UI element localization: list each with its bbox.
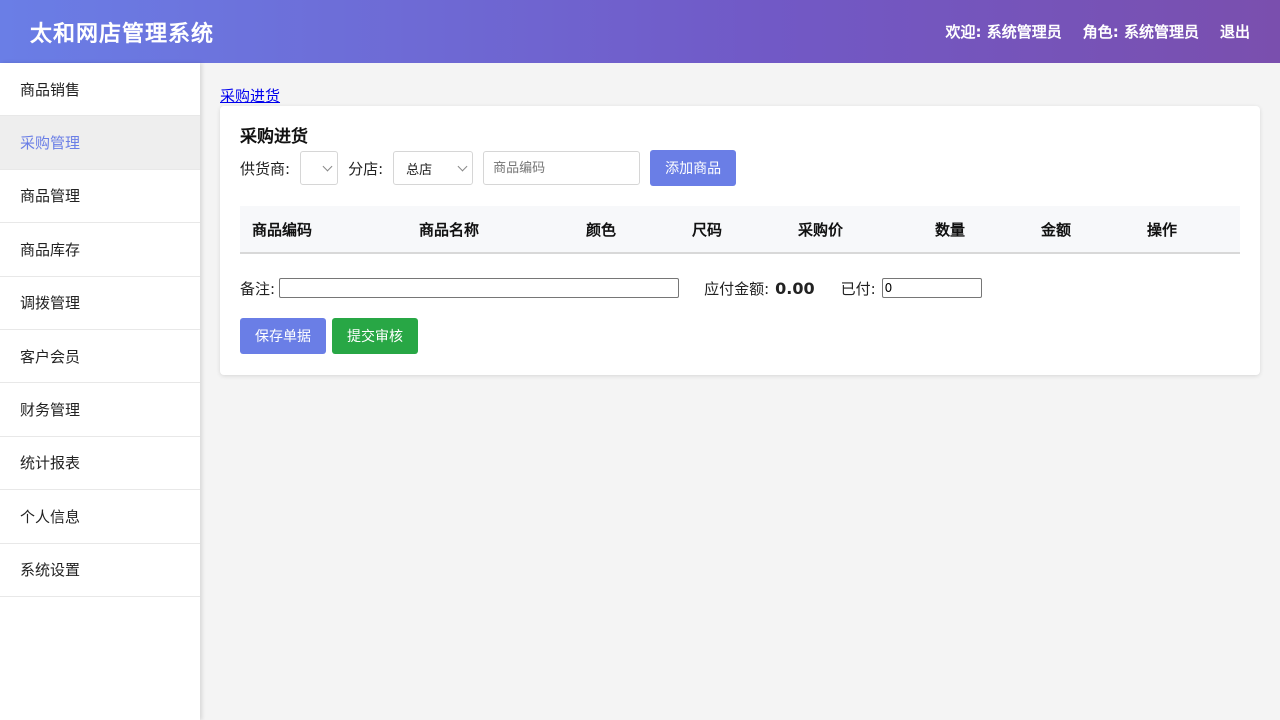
paid-label: 已付: [840, 279, 876, 298]
sidebar-item-finance[interactable]: 财务管理 [0, 383, 200, 437]
col-header-quantity: 数量 [923, 206, 1029, 254]
sidebar-item-settings[interactable]: 系统设置 [0, 544, 200, 597]
product-code-input[interactable] [483, 151, 641, 185]
save-document-button[interactable]: 保存单据 [240, 318, 326, 354]
branch-label: 分店: [348, 159, 384, 178]
user-area: 欢迎: 系统管理员 角色: 系统管理员 退出 [946, 21, 1250, 42]
submit-review-button[interactable]: 提交审核 [332, 318, 418, 354]
col-header-price: 采购价 [786, 206, 923, 254]
sidebar-item-members[interactable]: 客户会员 [0, 330, 200, 384]
paid-input[interactable] [881, 278, 982, 298]
page-title: 采购进货 [240, 127, 308, 147]
logout-link[interactable]: 退出 [1220, 21, 1250, 42]
col-header-actions: 操作 [1135, 206, 1240, 254]
action-row: 保存单据 提交审核 [240, 318, 1240, 354]
remark-input[interactable] [279, 278, 680, 298]
table-header-row: 商品编码 商品名称 颜色 尺码 采购价 数量 金额 操作 [240, 206, 1240, 254]
sidebar-item-reports[interactable]: 统计报表 [0, 437, 200, 491]
sidebar-item-products[interactable]: 商品管理 [0, 170, 200, 224]
sidebar-item-profile[interactable]: 个人信息 [0, 490, 200, 544]
remark-label: 备注: [240, 279, 276, 298]
supplier-select[interactable] [300, 151, 339, 185]
purchase-card: 采购进货 供货商: 分店: 总店 添加商品 商品编码 商品名称 颜色 尺码 [220, 106, 1260, 375]
filter-row: 供货商: 分店: 总店 添加商品 [240, 150, 1240, 186]
app-title: 太和网店管理系统 [30, 21, 215, 47]
col-header-name: 商品名称 [407, 206, 574, 254]
main-content: 采购进货 采购进货 供货商: 分店: 总店 添加商品 商品编码 商品名称 颜色 [220, 63, 1260, 375]
payable-amount: 0.00 [775, 278, 815, 298]
branch-value: 总店 [406, 162, 433, 178]
supplier-label: 供货商: [240, 159, 291, 178]
col-header-amount: 金额 [1029, 206, 1135, 254]
add-product-button[interactable]: 添加商品 [650, 150, 737, 186]
sidebar-item-transfer[interactable]: 调拨管理 [0, 277, 200, 330]
chevron-down-icon [457, 161, 468, 171]
col-header-color: 颜色 [574, 206, 680, 254]
chevron-down-icon [322, 161, 333, 171]
sidebar: 商品销售 采购管理 商品管理 商品库存 调拨管理 客户会员 财务管理 统计报表 … [0, 63, 200, 720]
top-header-bar: 太和网店管理系统 欢迎: 系统管理员 角色: 系统管理员 退出 [0, 0, 1280, 63]
purchase-items-table: 商品编码 商品名称 颜色 尺码 采购价 数量 金额 操作 [240, 206, 1240, 254]
breadcrumb-link[interactable]: 采购进货 [220, 85, 280, 106]
welcome-text: 欢迎: 系统管理员 [945, 23, 1062, 41]
sidebar-item-sales[interactable]: 商品销售 [0, 63, 200, 117]
role-text: 角色: 系统管理员 [1082, 23, 1199, 41]
sidebar-item-inventory[interactable]: 商品库存 [0, 223, 200, 277]
summary-row: 备注: 应付金额: 0.00 已付: [240, 276, 1240, 300]
sidebar-item-purchase[interactable]: 采购管理 [0, 116, 200, 170]
branch-select[interactable]: 总店 [393, 151, 474, 185]
col-header-size: 尺码 [680, 206, 786, 254]
col-header-code: 商品编码 [240, 206, 407, 254]
payable-label: 应付金额: [704, 279, 770, 298]
